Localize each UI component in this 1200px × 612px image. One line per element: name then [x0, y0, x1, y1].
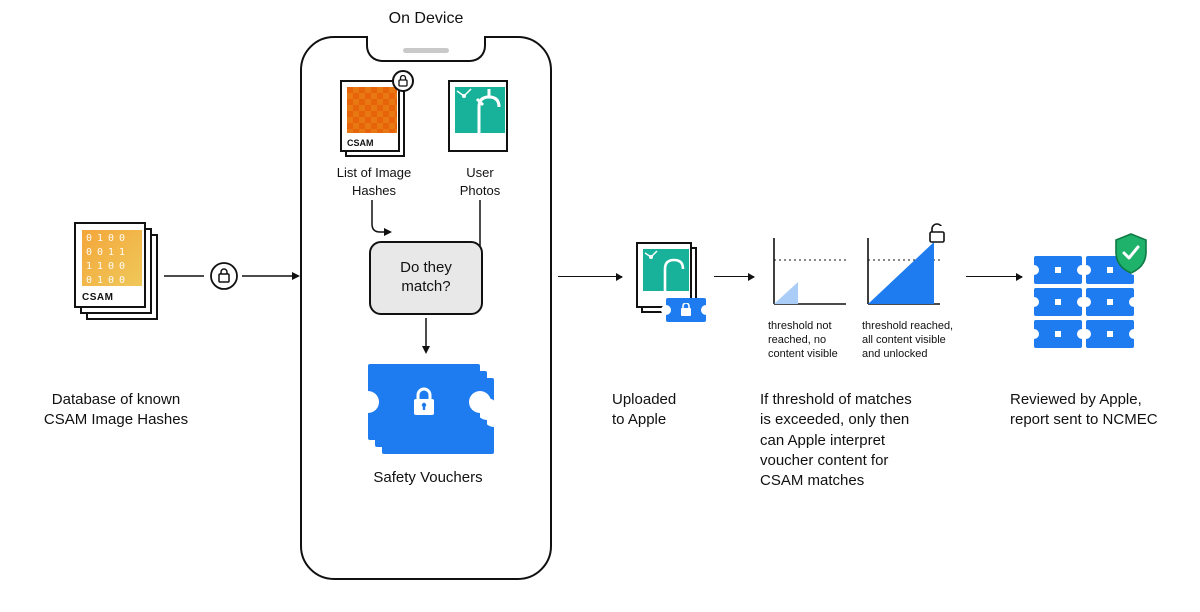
lock-badge-icon [392, 70, 414, 92]
csam-binary-digits: 0100 0011 1100 0100 [82, 230, 142, 286]
review-caption: Reviewed by Apple, report sent to NCMEC [1010, 390, 1178, 431]
arrow-phone-to-upload [558, 276, 622, 277]
safety-vouchers-caption: Safety Vouchers [340, 468, 516, 488]
shield-check-icon [1112, 232, 1150, 276]
user-photo-icon [455, 87, 505, 133]
voucher-chip [1086, 320, 1134, 348]
uploaded-caption: Uploaded to Apple [612, 390, 732, 431]
unlock-icon [926, 222, 948, 244]
arrow-threshold-to-review [966, 276, 1022, 277]
arrow-upload-to-threshold [714, 276, 754, 277]
user-photos-caption: User Photos [438, 164, 522, 199]
hash-tile-tag: CSAM [342, 136, 398, 150]
user-photos-tile [448, 80, 508, 152]
threshold-reached-chart [862, 238, 940, 310]
threshold-not-reached-chart [768, 238, 846, 310]
voucher-chip [1034, 320, 1082, 348]
hash-tile-caption: List of Image Hashes [322, 164, 426, 199]
threshold-caption: If threshold of matches is exceeded, onl… [760, 390, 960, 491]
arrow-db-to-phone [164, 260, 300, 292]
mini-voucher-chip [666, 298, 706, 322]
voucher-chip [1034, 288, 1082, 316]
match-decision-box: Do they match? [369, 241, 483, 315]
voucher-chip [1086, 288, 1134, 316]
user-photo-icon [643, 249, 689, 291]
threshold-reached-label: threshold reached, all content visible a… [862, 320, 972, 361]
csam-tag: CSAM [76, 289, 144, 306]
lock-icon [411, 387, 437, 417]
on-device-heading: On Device [300, 10, 552, 28]
device-notch [366, 36, 486, 62]
voucher-chip [1034, 256, 1082, 284]
safety-vouchers-stack [368, 364, 498, 456]
speaker-icon [403, 48, 449, 53]
threshold-not-reached-label: threshold not reached, no content visibl… [768, 320, 856, 361]
csam-database-caption: Database of known CSAM Image Hashes [36, 390, 196, 431]
